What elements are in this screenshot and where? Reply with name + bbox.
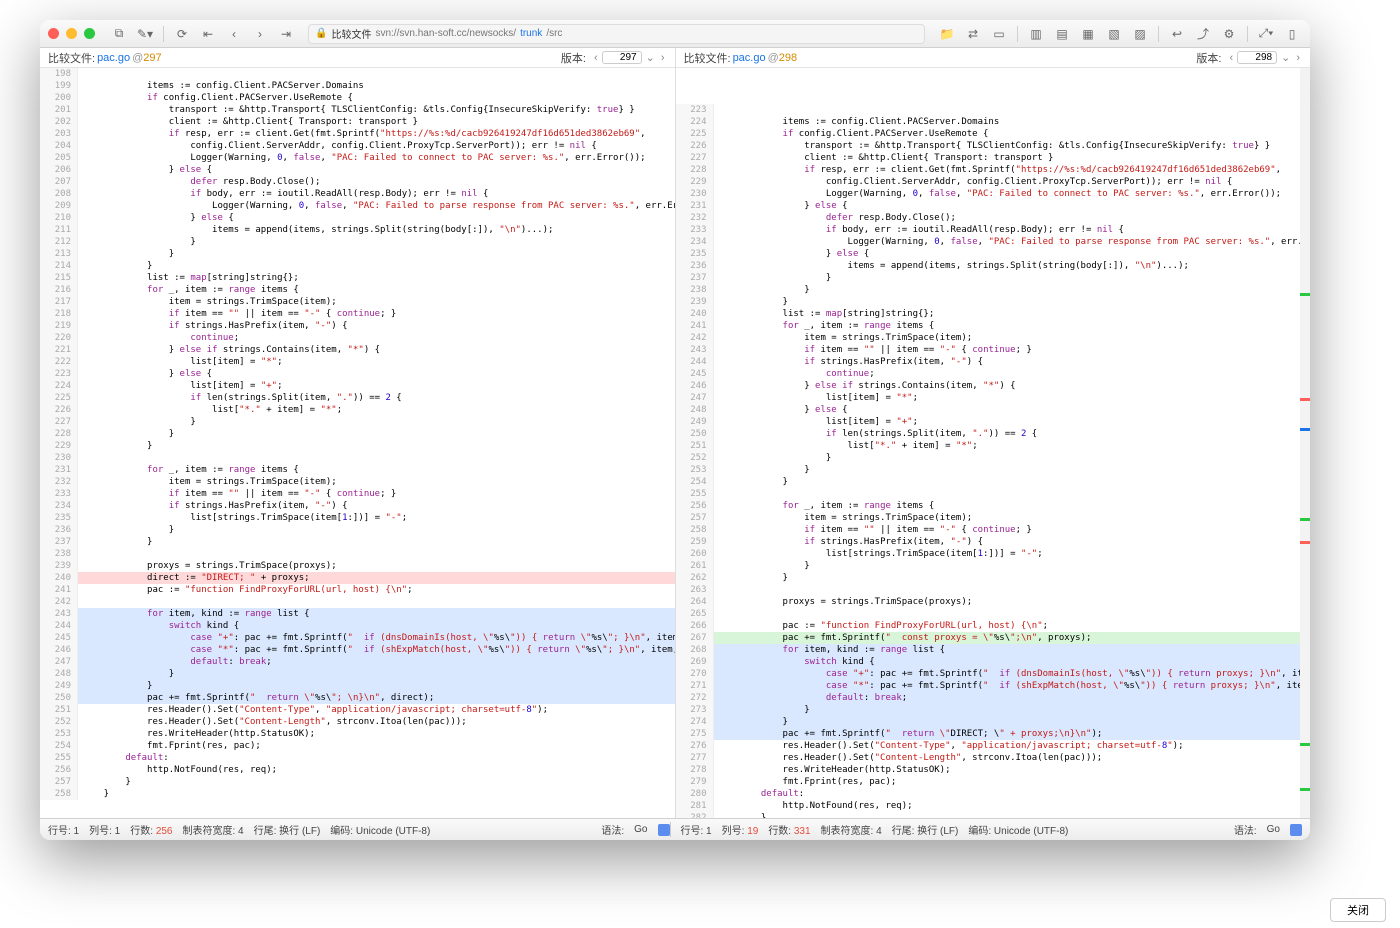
status-lines: 256: [156, 826, 173, 837]
sidebar-toggle-icon[interactable]: ⧉: [109, 25, 129, 43]
address-bar[interactable]: 🔒 比较文件 svn://svn.han-soft.cc/newsocks/tr…: [308, 24, 925, 44]
status-lang[interactable]: Go: [634, 824, 647, 835]
left-rev: 297: [143, 52, 161, 64]
right-code[interactable]: 223224 items := config.Client.PACServer.…: [676, 68, 1311, 818]
rev-next-icon[interactable]: ›: [659, 52, 667, 64]
close-window-button[interactable]: [48, 28, 59, 39]
addr-title: 比较文件: [331, 26, 371, 41]
wrap-icon[interactable]: ↩: [1167, 25, 1187, 43]
rev-next-icon[interactable]: ›: [1294, 52, 1302, 64]
diff-panes: 比较文件: pac.go@297 版本: ‹ 297 ⌄ › 198199 it…: [40, 48, 1310, 818]
tool-b-icon[interactable]: ▤: [1052, 25, 1072, 43]
refresh-icon[interactable]: ⟳: [172, 25, 192, 43]
compare-icon[interactable]: ▭: [989, 25, 1009, 43]
tool-c-icon[interactable]: ▦: [1078, 25, 1098, 43]
addr-path-suffix: /src: [546, 28, 562, 39]
left-header: 比较文件: pac.go@297 版本: ‹ 297 ⌄ ›: [40, 48, 675, 68]
titlebar: ⧉ ✎▾ ⟳ ⇤ ‹ › ⇥ 🔒 比较文件 svn://svn.han-soft…: [40, 20, 1310, 48]
compare-label: 比较文件:: [48, 50, 95, 66]
left-status: 行号: 1 列号: 1 行数: 256 制表符宽度: 4 行尾: 换行 (LF)…: [48, 822, 670, 837]
close-button[interactable]: 关闭: [1330, 898, 1386, 922]
version-label: 版本:: [561, 50, 586, 66]
right-rev: 298: [779, 52, 797, 64]
rev-number[interactable]: 298: [1237, 51, 1277, 64]
status-row: 行号: 1: [48, 822, 79, 837]
status-eol[interactable]: 行尾: 换行 (LF): [254, 822, 321, 837]
nav-first-icon[interactable]: ⇤: [198, 25, 218, 43]
lang-icon[interactable]: [1290, 824, 1302, 836]
main-window: ⧉ ✎▾ ⟳ ⇤ ‹ › ⇥ 🔒 比较文件 svn://svn.han-soft…: [40, 20, 1310, 840]
lang-icon[interactable]: [658, 824, 670, 836]
zoom-window-button[interactable]: [84, 28, 95, 39]
right-rev-nav: ‹ 298 ⌄ ›: [1227, 51, 1302, 64]
folder-icon[interactable]: 📁: [937, 25, 957, 43]
rev-dropdown-icon[interactable]: ⌄: [644, 51, 657, 64]
status-col: 列号: 1: [89, 822, 120, 837]
panel-icon[interactable]: ▯: [1282, 25, 1302, 43]
addr-trunk: trunk: [520, 28, 542, 39]
rev-number[interactable]: 297: [602, 51, 642, 64]
minimize-window-button[interactable]: [66, 28, 77, 39]
rev-prev-icon[interactable]: ‹: [1227, 52, 1235, 64]
right-header: 比较文件: pac.go@298 版本: ‹ 298 ⌄ ›: [676, 48, 1311, 68]
left-code[interactable]: 198199 items := config.Client.PACServer.…: [40, 68, 675, 818]
right-status: 行号: 1 列号: 19 行数: 331 制表符宽度: 4 行尾: 换行 (LF…: [670, 822, 1303, 837]
edit-icon[interactable]: ✎▾: [135, 25, 155, 43]
addr-path-prefix: svn://svn.han-soft.cc/newsocks/: [375, 28, 516, 39]
tool-a-icon[interactable]: ▥: [1026, 25, 1046, 43]
swap-icon[interactable]: ⇄: [963, 25, 983, 43]
share-icon[interactable]: ⤴: [1193, 25, 1213, 43]
right-filename[interactable]: pac.go: [733, 52, 766, 64]
left-filename[interactable]: pac.go: [97, 52, 130, 64]
tool-e-icon[interactable]: ▨: [1130, 25, 1150, 43]
nav-next-icon[interactable]: ›: [250, 25, 270, 43]
tool-d-icon[interactable]: ▧: [1104, 25, 1124, 43]
minimap[interactable]: [1300, 68, 1310, 818]
nav-prev-icon[interactable]: ‹: [224, 25, 244, 43]
settings-icon[interactable]: ⚙: [1219, 25, 1239, 43]
footer: 关闭: [1330, 898, 1386, 922]
left-pane: 比较文件: pac.go@297 版本: ‹ 297 ⌄ › 198199 it…: [40, 48, 676, 818]
nav-last-icon[interactable]: ⇥: [276, 25, 296, 43]
status-enc[interactable]: 编码: Unicode (UTF-8): [330, 822, 430, 837]
right-pane: 比较文件: pac.go@298 版本: ‹ 298 ⌄ › 223224 it…: [676, 48, 1311, 818]
statusbar: 行号: 1 列号: 1 行数: 256 制表符宽度: 4 行尾: 换行 (LF)…: [40, 818, 1310, 840]
lock-icon: 🔒: [315, 28, 327, 39]
status-tab[interactable]: 制表符宽度: 4: [183, 822, 244, 837]
left-rev-nav: ‹ 297 ⌄ ›: [592, 51, 667, 64]
window-controls: [48, 28, 95, 39]
rev-dropdown-icon[interactable]: ⌄: [1279, 51, 1292, 64]
expand-icon[interactable]: ⤢▾: [1256, 25, 1276, 43]
rev-prev-icon[interactable]: ‹: [592, 52, 600, 64]
